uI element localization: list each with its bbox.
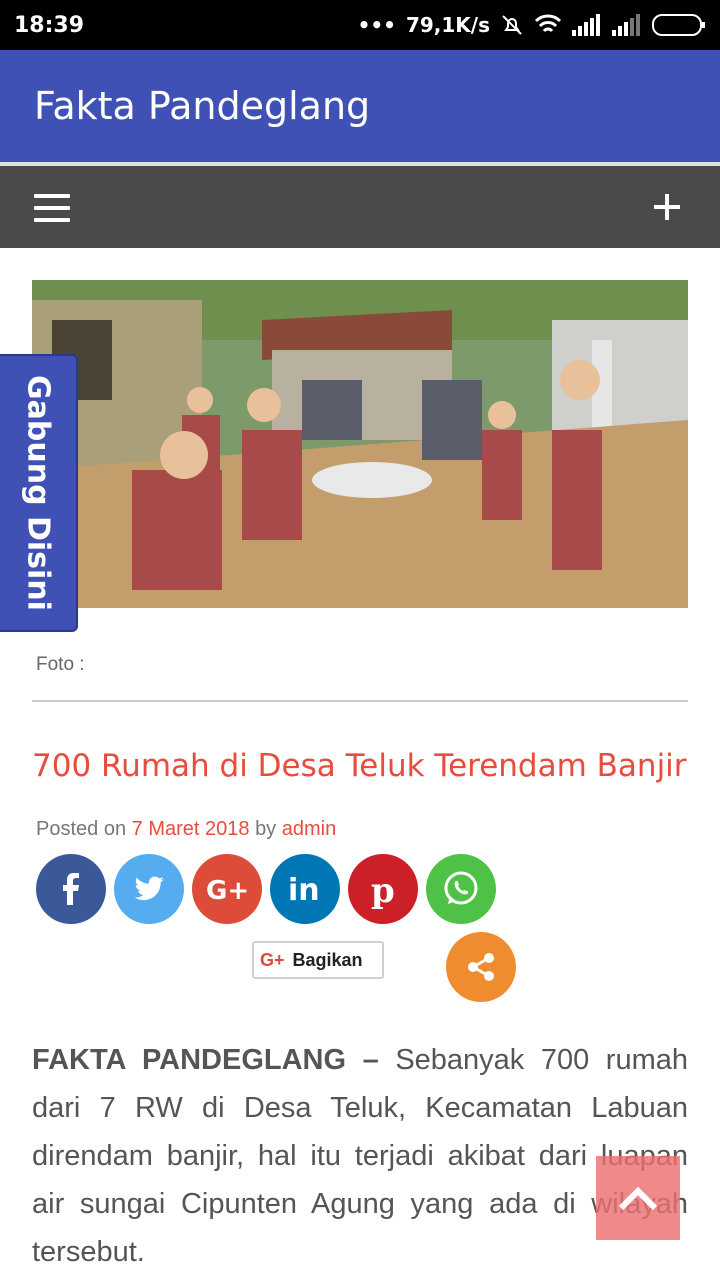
article-photo	[32, 280, 688, 608]
posted-prefix: Posted on	[36, 818, 127, 840]
facebook-icon	[63, 873, 79, 905]
post-meta: Posted on 7 Maret 2018 by admin	[36, 818, 336, 841]
share-more-button[interactable]	[446, 932, 516, 1002]
post-date-link[interactable]: 7 Maret 2018	[132, 818, 250, 840]
share-linkedin-button[interactable]: in	[270, 854, 340, 924]
pinterest-icon: p	[371, 871, 395, 909]
article-body-text: Sebanyak 700 rumah dari 7 RW di Desa Tel…	[32, 1044, 688, 1268]
signal-icon-2	[612, 14, 640, 36]
author-link[interactable]: admin	[282, 818, 336, 840]
status-icons: ••• 79,1K/s	[358, 13, 706, 37]
article-body: FAKTA PANDEGLANG – Sebanyak 700 rumah da…	[32, 1036, 688, 1276]
plus-icon[interactable]	[654, 194, 680, 220]
by-prefix: by	[255, 818, 277, 840]
site-title[interactable]: Fakta Pandeglang	[34, 84, 370, 128]
signal-icon	[572, 14, 600, 36]
join-here-tab[interactable]: Gabung Disini	[0, 354, 78, 632]
wifi-icon	[534, 14, 562, 33]
mute-bell-icon	[502, 15, 522, 35]
article-title[interactable]: 700 Rumah di Desa Teluk Terendam Banjir	[32, 748, 687, 784]
google-plus-small-icon: G+	[260, 949, 285, 970]
svg-text:G+: G+	[206, 876, 249, 906]
google-plus-icon: G+	[206, 876, 249, 906]
status-time: 18:39	[14, 12, 85, 38]
dots-icon: •••	[357, 13, 396, 37]
nav-bar	[0, 166, 720, 248]
svg-text:p: p	[371, 871, 395, 909]
share-facebook-button[interactable]	[36, 854, 106, 924]
share-twitter-button[interactable]	[114, 854, 184, 924]
join-here-label: Gabung Disini	[20, 375, 56, 611]
google-plus-share-button[interactable]: G+ Bagikan	[252, 941, 384, 979]
back-to-top-button[interactable]	[596, 1156, 680, 1240]
svg-text:in: in	[288, 873, 320, 908]
chevron-up-icon	[618, 1186, 658, 1211]
linkedin-icon: in	[288, 873, 320, 908]
article-lead: FAKTA PANDEGLANG –	[32, 1044, 379, 1076]
battery-icon	[652, 14, 705, 36]
app-bar: Fakta Pandeglang	[0, 50, 720, 162]
share-google-plus-button[interactable]: G+	[192, 854, 262, 924]
network-speed: 79,1K/s	[405, 13, 490, 37]
share-icon	[468, 953, 494, 981]
share-pinterest-button[interactable]: p	[348, 854, 418, 924]
twitter-icon	[134, 876, 164, 901]
status-bar: 18:39 ••• 79,1K/s	[0, 0, 720, 50]
hamburger-icon[interactable]	[34, 194, 70, 222]
whatsapp-icon	[444, 871, 478, 905]
google-plus-share-label: Bagikan	[292, 949, 363, 970]
photo-caption: Foto :	[36, 654, 85, 675]
share-whatsapp-button[interactable]	[426, 854, 496, 924]
caption-divider	[32, 700, 688, 702]
